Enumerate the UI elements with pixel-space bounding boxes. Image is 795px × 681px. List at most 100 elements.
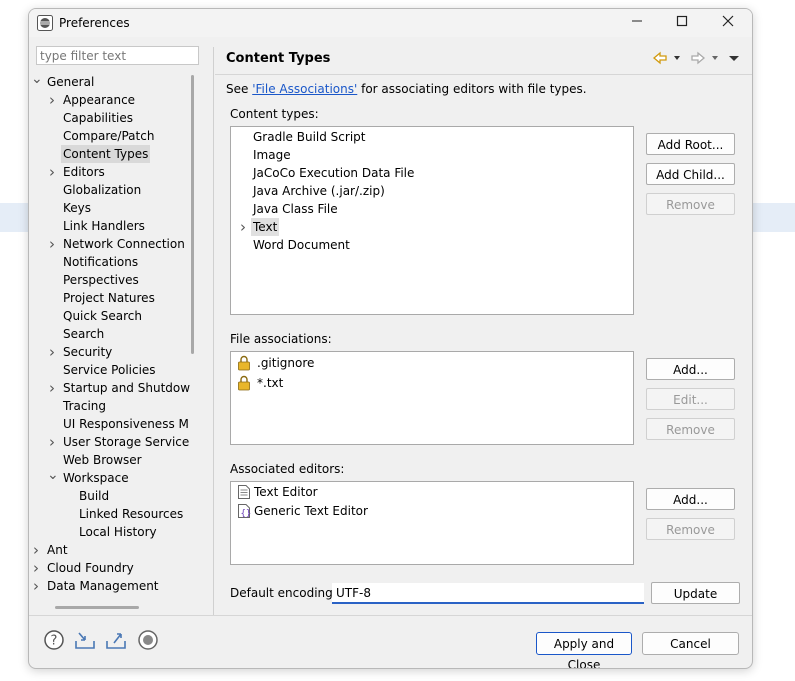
footer-separator xyxy=(29,615,752,616)
list-item-label: Generic Text Editor xyxy=(254,504,368,518)
cancel-button[interactable]: Cancel xyxy=(642,632,739,655)
add-child-button[interactable]: Add Child... xyxy=(646,163,735,185)
tree-item-label: Build xyxy=(79,489,110,503)
tree-item-label: Globalization xyxy=(63,183,142,197)
file-associations-label: File associations: xyxy=(230,332,332,346)
add-root-button[interactable]: Add Root... xyxy=(646,133,735,155)
remove-association-button[interactable]: Remove xyxy=(646,418,735,440)
tree-item-label: Capabilities xyxy=(63,111,133,125)
tree-item-label: Perspectives xyxy=(63,273,139,287)
tree-item-label: Linked Resources xyxy=(79,507,184,521)
preferences-dialog: Preferences ⌄ General › Appearance Capabilit… xyxy=(28,8,753,669)
lock-icon xyxy=(238,375,250,391)
list-item-label: Gradle Build Script xyxy=(253,130,366,144)
tree-item-label: UI Responsiveness M xyxy=(63,417,189,431)
view-menu-icon[interactable] xyxy=(728,49,740,67)
tree-item-label: Search xyxy=(63,327,105,341)
file-associations-list[interactable]: .gitignore *.txt xyxy=(230,351,634,445)
close-icon xyxy=(722,15,734,27)
eclipse-app-icon xyxy=(37,15,53,31)
tree-item-label: Workspace xyxy=(63,471,129,485)
tree-item-label: Compare/Patch xyxy=(63,129,155,143)
list-item-label: Text xyxy=(251,218,280,236)
tree-item-label: Project Natures xyxy=(63,291,155,305)
tree-item-label: Network Connection xyxy=(63,237,185,251)
add-association-button[interactable]: Add... xyxy=(646,358,735,380)
list-item-label: Java Archive (.jar/.zip) xyxy=(253,184,385,198)
forward-arrow-icon[interactable] xyxy=(690,49,706,67)
tree-item-label: Web Browser xyxy=(63,453,142,467)
tree-item-label: Link Handlers xyxy=(63,219,145,233)
remove-content-type-button[interactable]: Remove xyxy=(646,193,735,215)
tree-item-label: Content Types xyxy=(61,145,151,163)
tree-item-label: Local History xyxy=(79,525,157,539)
import-icon[interactable] xyxy=(74,629,96,651)
chevron-right-icon[interactable]: › xyxy=(47,379,57,397)
chevron-down-icon[interactable]: ⌄ xyxy=(33,72,43,91)
add-editor-button[interactable]: Add... xyxy=(646,488,735,510)
description: See 'File Associations' for associating … xyxy=(226,82,587,96)
filter-input[interactable] xyxy=(36,46,199,65)
chevron-right-icon[interactable]: › xyxy=(47,91,57,109)
list-item-label: .gitignore xyxy=(257,356,315,370)
chevron-right-icon[interactable]: › xyxy=(238,218,248,236)
pane-divider[interactable] xyxy=(213,47,214,615)
file-associations-link[interactable]: 'File Associations' xyxy=(252,82,357,96)
apply-and-close-button[interactable]: Apply and Close xyxy=(536,632,632,668)
maximize-button[interactable] xyxy=(667,13,697,33)
list-item-label: *.txt xyxy=(257,376,284,390)
chevron-right-icon[interactable]: › xyxy=(33,577,41,595)
tree-item-label: Tracing xyxy=(63,399,107,413)
chevron-right-icon[interactable]: › xyxy=(33,541,41,559)
tree-item-label: Notifications xyxy=(63,255,139,269)
header-separator xyxy=(215,74,752,75)
tree-item-label: Quick Search xyxy=(63,309,142,323)
tree-vertical-scrollbar[interactable] xyxy=(191,75,194,354)
chevron-down-icon[interactable]: ⌄ xyxy=(47,468,59,487)
chevron-right-icon[interactable]: › xyxy=(47,163,57,181)
default-encoding-label: Default encoding: xyxy=(230,586,337,600)
edit-association-button[interactable]: Edit... xyxy=(646,388,735,410)
content-types-label: Content types: xyxy=(230,107,319,121)
associated-editors-list[interactable]: Text Editor {} Generic Text Editor xyxy=(230,481,634,565)
tree-item-label: Data Management xyxy=(47,579,159,593)
tree-item-label: Service Policies xyxy=(63,363,156,377)
chevron-right-icon[interactable]: › xyxy=(47,343,57,361)
close-button[interactable] xyxy=(713,13,743,33)
list-item-label: Text Editor xyxy=(254,485,318,499)
remove-editor-button[interactable]: Remove xyxy=(646,518,735,540)
minimize-button[interactable] xyxy=(622,13,652,33)
tree-item-label: User Storage Service xyxy=(63,435,190,449)
associated-editors-label: Associated editors: xyxy=(230,462,345,476)
preferences-tree: ⌄ General › Appearance Capabilities Compare/P… xyxy=(33,71,203,599)
default-encoding-field[interactable] xyxy=(332,583,644,604)
svg-text:{}: {} xyxy=(241,509,252,518)
content-types-list[interactable]: Gradle Build Script Image JaCoCo Execution… xyxy=(230,126,634,315)
tree-item-label: General xyxy=(47,75,95,89)
description-suffix: for associating editors with file types. xyxy=(357,82,587,96)
text-editor-icon xyxy=(238,485,250,499)
tree-item-label: Editors xyxy=(63,165,105,179)
tree-item-label: Keys xyxy=(63,201,92,215)
list-item-label: JaCoCo Execution Data File xyxy=(253,166,415,180)
record-icon[interactable] xyxy=(137,629,159,651)
back-arrow-icon[interactable] xyxy=(652,49,668,67)
list-item-label: Image xyxy=(253,148,291,162)
tree-item-label: Cloud Foundry xyxy=(47,561,134,575)
minimize-icon xyxy=(632,20,642,22)
list-item-label: Java Class File xyxy=(253,202,338,216)
back-dropdown-icon[interactable] xyxy=(672,49,682,67)
chevron-right-icon[interactable]: › xyxy=(47,235,57,253)
chevron-right-icon[interactable]: › xyxy=(33,559,41,577)
description-prefix: See xyxy=(226,82,253,96)
svg-text:?: ? xyxy=(51,634,58,649)
chevron-right-icon[interactable]: › xyxy=(47,433,57,451)
forward-dropdown-icon[interactable] xyxy=(710,49,720,67)
tree-item-label: Security xyxy=(63,345,113,359)
export-icon[interactable] xyxy=(105,629,127,651)
tree-item-label: Appearance xyxy=(63,93,136,107)
help-icon[interactable]: ? xyxy=(43,629,65,651)
update-button[interactable]: Update xyxy=(651,582,740,604)
tree-horizontal-scrollbar[interactable] xyxy=(55,606,139,609)
maximize-icon xyxy=(676,15,688,27)
